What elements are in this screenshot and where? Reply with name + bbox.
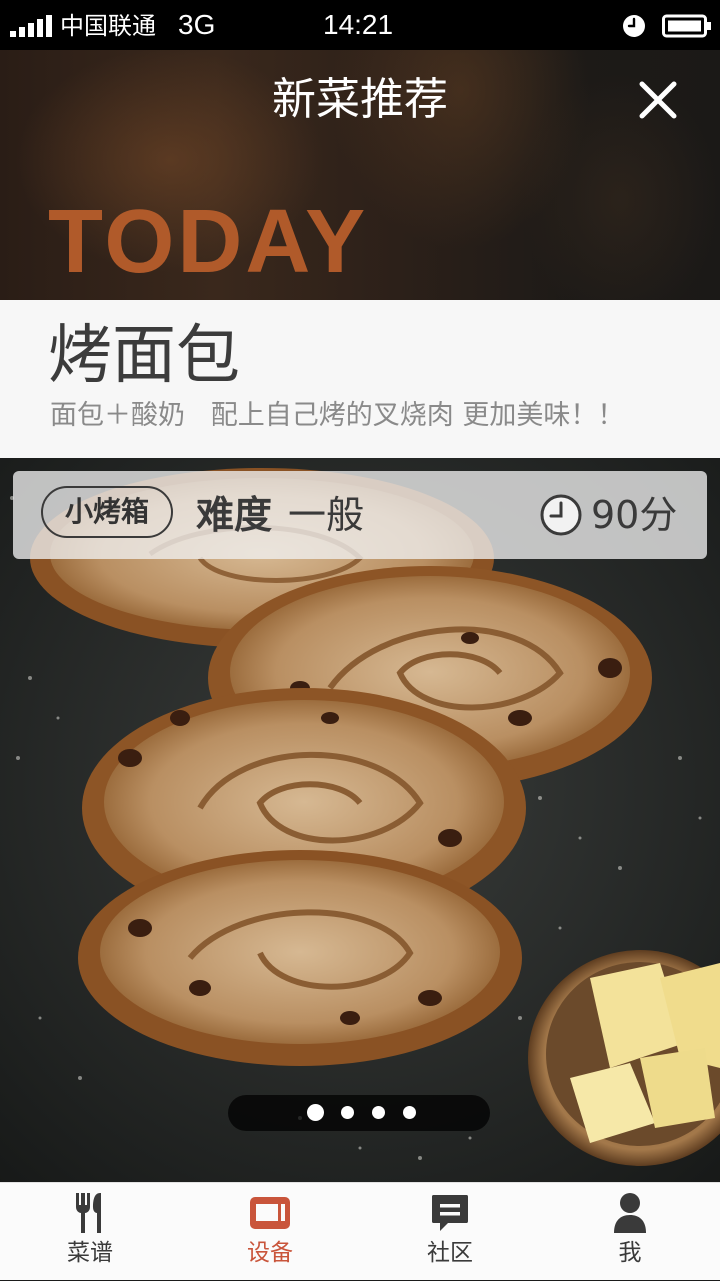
pager-dot[interactable] [341, 1106, 354, 1119]
person-icon [614, 1193, 646, 1233]
recipe-meta-bar: 小烤箱 难度 一般 90分 [13, 471, 707, 559]
status-time: 14:21 [323, 9, 394, 40]
cook-time: 90分 [591, 493, 678, 537]
tab-label: 社区 [427, 1240, 473, 1266]
tab-devices[interactable]: 设备 [180, 1183, 360, 1281]
clock-icon [540, 494, 582, 536]
tab-label: 设备 [247, 1240, 293, 1266]
device-icon [250, 1197, 290, 1229]
slide-pager [228, 1095, 490, 1131]
fork-spoon-icon [76, 1193, 101, 1233]
tab-label: 我 [618, 1240, 642, 1266]
bottom-tab-bar: 菜谱 设备 社区 我 [0, 1182, 720, 1280]
pager-dot[interactable] [307, 1104, 324, 1121]
carrier-name: 中国联通 [60, 12, 156, 40]
pager-dot[interactable] [372, 1106, 385, 1119]
recipe-name: 烤面包 [48, 319, 240, 393]
recipe-description: 面包＋酸奶 配上自己烤的叉烧肉 更加美味！！ [50, 400, 625, 431]
tab-label: 菜谱 [67, 1240, 113, 1266]
bread-photo [0, 458, 720, 1182]
status-bar: 中国联通 3G 14:21 [0, 0, 720, 50]
recipe-photo-slide[interactable]: 小烤箱 难度 一般 90分 [0, 458, 720, 1182]
difficulty-value: 一般 [288, 493, 365, 537]
device-badge[interactable]: 小烤箱 [41, 486, 174, 538]
tab-community[interactable]: 社区 [360, 1183, 540, 1281]
header: 新菜推荐 TODAY [0, 50, 720, 300]
today-banner: TODAY [48, 192, 369, 292]
pager-dot[interactable] [403, 1106, 416, 1119]
page-title: 新菜推荐 [272, 74, 448, 125]
tab-me[interactable]: 我 [540, 1183, 720, 1281]
alarm-icon [623, 15, 645, 37]
battery-icon [662, 14, 711, 38]
close-icon [639, 81, 677, 119]
close-button[interactable] [630, 72, 686, 128]
difficulty-label: 难度 [196, 493, 273, 537]
recipe-info: 烤面包 面包＋酸奶 配上自己烤的叉烧肉 更加美味！！ [0, 300, 720, 458]
network-type: 3G [178, 9, 216, 40]
signal-strength-icon [10, 15, 52, 37]
chat-bubble-icon [432, 1195, 468, 1231]
tab-recipes[interactable]: 菜谱 [0, 1183, 180, 1281]
